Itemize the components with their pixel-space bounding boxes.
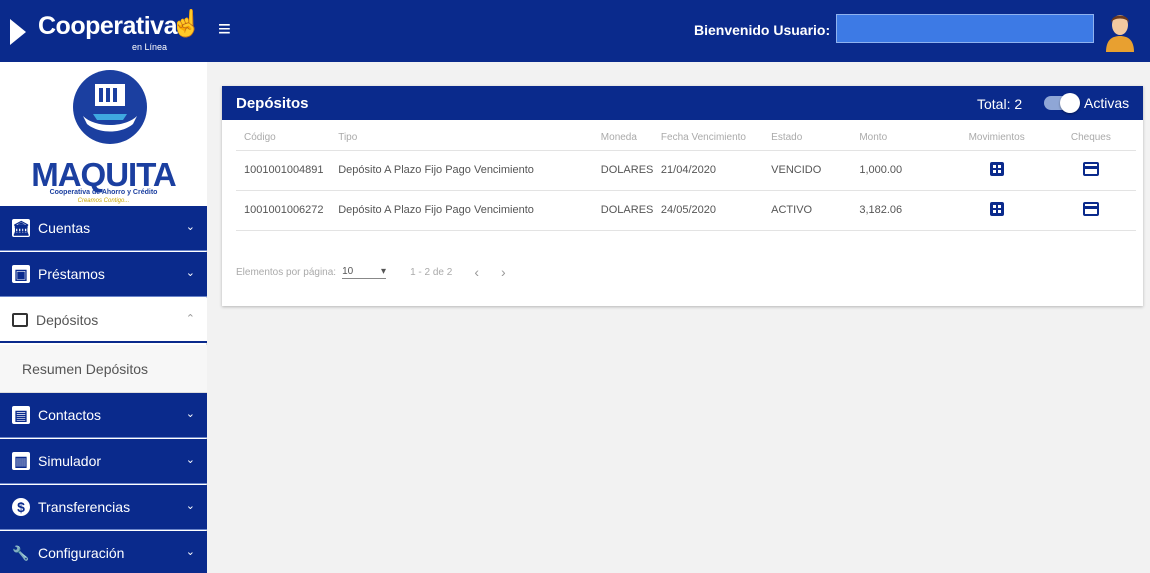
cell-monto: 3,182.06 — [859, 190, 948, 231]
sidebar-subitem-label: Resumen Depósitos — [22, 360, 149, 377]
sidebar-item-label: Cuentas — [38, 220, 91, 236]
page-size-select[interactable]: 10 ▾ — [342, 265, 387, 279]
top-bar: Cooperativa en Línea ☝ ≡ Bienvenido Usua… — [0, 0, 1150, 62]
sidebar-item-label: Transferencias — [38, 499, 131, 515]
column-header: Cheques — [1045, 126, 1136, 151]
checks-card-icon[interactable] — [1082, 201, 1099, 219]
deposits-card: Depósitos Total: 2 Activas Código Tipo M… — [222, 86, 1143, 306]
bank-icon: 🏛 — [12, 219, 30, 237]
sidebar-item-contactos[interactable]: ▤ Contactos ⌄ — [0, 393, 207, 438]
sidebar-item-label: Contactos — [38, 407, 102, 423]
deposits-card-header: Depósitos Total: 2 Activas — [222, 86, 1143, 120]
deposits-table: Código Tipo Moneda Fecha Vencimiento Est… — [236, 126, 1136, 231]
page-title: Depósitos — [236, 95, 309, 112]
chevron-down-icon: ⌄ — [185, 267, 195, 279]
logo: MAQUITA Cooperativa de Ahorro y Crédito … — [0, 62, 207, 206]
wrench-icon: 🔧 — [12, 544, 30, 561]
page-range: 1 - 2 de 2 — [410, 266, 453, 278]
cell-estado: VENCIDO — [771, 150, 860, 191]
previous-page-icon[interactable]: ‹ — [474, 264, 479, 280]
chevron-down-icon: ⌄ — [185, 221, 195, 233]
column-header: Movimientos — [947, 126, 1046, 151]
loan-icon: ▣ — [12, 265, 30, 283]
brand-subtitle: en Línea — [132, 42, 168, 52]
sidebar-item-prestamos[interactable]: ▣ Préstamos ⌄ — [0, 252, 207, 297]
table-row: 1001001006272 Depósito A Plazo Fijo Pago… — [236, 190, 1136, 231]
paginator: Elementos por página: 10 ▾ 1 - 2 de 2 ‹ … — [236, 262, 506, 282]
column-header: Fecha Vencimiento — [660, 126, 772, 151]
cell-fecha: 24/05/2020 — [660, 190, 772, 231]
cell-cheques — [1045, 190, 1136, 231]
movements-icon[interactable] — [989, 161, 1005, 180]
column-header: Código — [236, 126, 339, 151]
brand-name: Cooperativa — [38, 12, 177, 40]
sidebar-item-simulador[interactable]: ▥ Simulador ⌄ — [0, 439, 207, 484]
toggle-knob — [1060, 93, 1080, 113]
logo-name: MAQUITA — [31, 156, 177, 193]
total-count: Total: 2 — [977, 96, 1023, 112]
cell-cheques — [1045, 150, 1136, 191]
card-icon — [12, 312, 28, 327]
column-header: Monto — [859, 126, 948, 151]
cell-tipo: Depósito A Plazo Fijo Pago Vencimiento — [338, 150, 601, 191]
dropdown-arrow-icon: ▾ — [381, 265, 387, 277]
brand-arrow-icon — [10, 19, 26, 45]
sidebar-item-transferencias[interactable]: $ Transferencias ⌄ — [0, 485, 207, 530]
cell-movimientos — [947, 150, 1046, 191]
welcome-label: Bienvenido Usuario: — [694, 22, 831, 38]
user-avatar-icon — [1106, 15, 1134, 52]
items-per-page-label: Elementos por página: — [236, 266, 337, 278]
chevron-up-icon: ⌃ — [185, 313, 195, 325]
chevron-down-icon: ⌄ — [185, 546, 195, 558]
active-toggle[interactable] — [1044, 93, 1080, 113]
chart-icon: ▥ — [12, 452, 30, 470]
sidebar-item-depositos[interactable]: Depósitos ⌃ — [0, 298, 207, 343]
avatar[interactable] — [1100, 8, 1140, 52]
cell-monto: 1,000.00 — [859, 150, 948, 191]
movements-icon[interactable] — [989, 201, 1005, 220]
user-name-field — [836, 14, 1094, 43]
table-row: 1001001004891 Depósito A Plazo Fijo Pago… — [236, 150, 1136, 191]
maquita-emblem-icon — [73, 70, 147, 144]
next-page-icon[interactable]: › — [501, 264, 506, 280]
column-header: Tipo — [338, 126, 601, 151]
column-header: Moneda — [600, 126, 661, 151]
cell-tipo: Depósito A Plazo Fijo Pago Vencimiento — [338, 190, 601, 231]
cell-estado: ACTIVO — [771, 190, 860, 231]
cell-codigo: 1001001004891 — [236, 150, 339, 191]
active-toggle-label: Activas — [1084, 95, 1130, 111]
chevron-down-icon: ⌄ — [185, 408, 195, 420]
logo-subtitle: Cooperativa de Ahorro y Crédito — [49, 189, 158, 196]
sidebar-subitem-resumen-depositos[interactable]: Resumen Depósitos — [0, 345, 207, 393]
chevron-down-icon: ⌄ — [185, 500, 195, 512]
dollar-icon: $ — [12, 498, 30, 516]
cell-movimientos — [947, 190, 1046, 231]
table-header-row: Código Tipo Moneda Fecha Vencimiento Est… — [236, 126, 1136, 151]
sidebar-item-configuracion[interactable]: 🔧 Configuración ⌄ — [0, 531, 207, 573]
cell-moneda: DOLARES — [600, 190, 661, 231]
contacts-icon: ▤ — [12, 406, 30, 424]
cell-codigo: 1001001006272 — [236, 190, 339, 231]
sidebar-item-label: Préstamos — [38, 266, 105, 282]
sidebar-item-cuentas[interactable]: 🏛 Cuentas ⌄ — [0, 206, 207, 251]
cell-fecha: 21/04/2020 — [660, 150, 772, 191]
menu-toggle-icon[interactable]: ≡ — [218, 18, 231, 40]
sidebar-item-label: Simulador — [38, 453, 102, 469]
sidebar: MAQUITA Cooperativa de Ahorro y Crédito … — [0, 62, 207, 573]
sidebar-item-label: Depósitos — [36, 311, 99, 328]
page-size-value: 10 — [342, 265, 354, 277]
hand-pointer-icon: ☝ — [170, 8, 203, 38]
cell-moneda: DOLARES — [600, 150, 661, 191]
checks-card-icon[interactable] — [1082, 161, 1099, 179]
column-header: Estado — [771, 126, 860, 151]
chevron-down-icon: ⌄ — [185, 454, 195, 466]
logo-slogan: Creamos Contigo... — [77, 198, 130, 204]
sidebar-item-label: Configuración — [38, 545, 125, 561]
